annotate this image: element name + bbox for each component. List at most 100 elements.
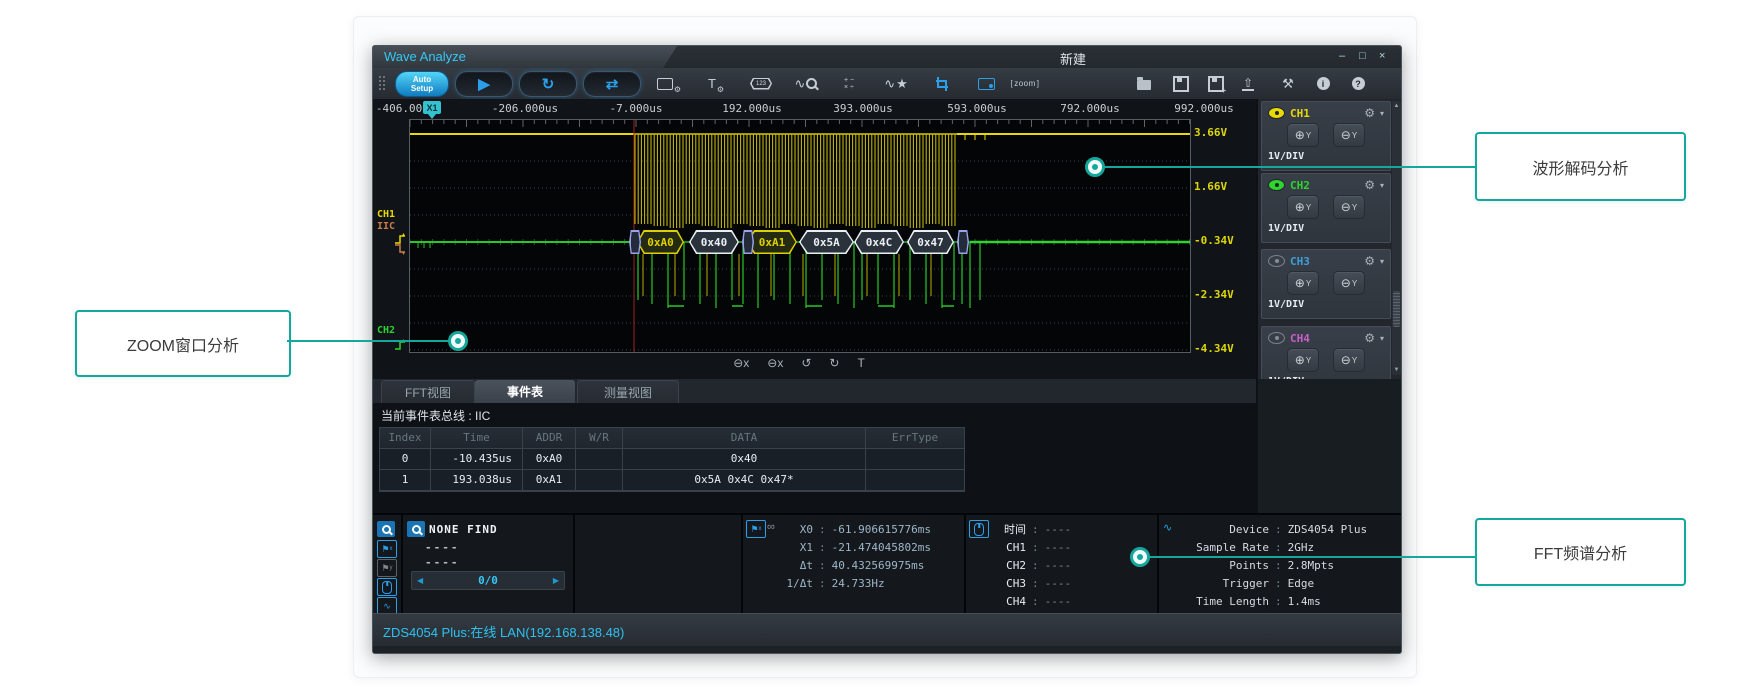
mouse-icon xyxy=(969,520,989,538)
prev-result-icon[interactable]: ◀ xyxy=(412,576,428,585)
chevron-down-icon[interactable]: ▾ xyxy=(1380,109,1384,118)
search-tool-icon[interactable] xyxy=(377,521,395,537)
reference-waveform-button[interactable]: ∿★ xyxy=(881,73,911,94)
magnifier-icon xyxy=(806,78,817,89)
gear-icon[interactable]: ⚙ xyxy=(1364,178,1375,192)
info-button[interactable]: i xyxy=(1308,73,1338,94)
eye-icon[interactable] xyxy=(1268,255,1285,267)
continuous-run-button[interactable]: ↻ xyxy=(519,71,577,97)
next-result-icon[interactable]: ▶ xyxy=(548,576,564,585)
mouse-tool-icon[interactable] xyxy=(377,578,397,596)
volts-per-div: 1V/DIV xyxy=(1268,299,1390,310)
zoom-out-y-button[interactable]: ⊖Y xyxy=(1333,348,1365,372)
zoom-in-y-button[interactable]: ⊕Y xyxy=(1287,271,1319,295)
document-tab[interactable]: 新建 xyxy=(1060,49,1086,68)
tab-measure-view[interactable]: 测量视图 xyxy=(577,380,679,403)
callout-line-zoom xyxy=(287,340,449,342)
chevron-down-icon[interactable]: ▾ xyxy=(1380,257,1384,266)
channel-block-ch2[interactable]: CH2⚙▾⊕Y⊖Y1V/DIV xyxy=(1261,173,1391,243)
channel-block-ch1[interactable]: CH1⚙▾⊕Y⊖Y1V/DIV xyxy=(1261,101,1391,171)
zoom-out-x2-button[interactable]: ⊖x xyxy=(767,356,783,370)
zoom-in-y-button[interactable]: ⊕Y xyxy=(1287,348,1319,372)
eye-icon[interactable] xyxy=(1268,107,1285,119)
waveform-area: -406.000us -206.000us -7.000us 192.000us… xyxy=(373,99,1401,379)
cursor-y-tool-icon[interactable]: ⚑ xyxy=(377,559,397,577)
decode-start-stop-marker xyxy=(629,230,641,254)
save-button[interactable] xyxy=(1166,73,1196,94)
gear-icon[interactable]: ⚙ xyxy=(1364,331,1375,345)
eye-icon[interactable] xyxy=(1268,179,1285,191)
trigger-position-button[interactable]: T xyxy=(857,356,864,370)
close-button[interactable]: × xyxy=(1379,50,1385,63)
utility-button[interactable]: ⚒ xyxy=(1273,73,1303,94)
chevron-down-icon[interactable]: ▾ xyxy=(1380,334,1384,343)
window-frame-bottom xyxy=(373,646,1401,653)
volt-axis-label: 3.66V xyxy=(1194,126,1227,139)
search-result-line: ---- xyxy=(425,556,460,569)
table-row[interactable]: 0 -10.435us 0xA0 0x40 xyxy=(380,449,964,470)
mask-test-button[interactable] xyxy=(926,73,956,94)
gear-icon[interactable]: ⚙ xyxy=(1364,254,1375,268)
scroll-up-icon[interactable]: ▲ xyxy=(1392,101,1401,111)
eye-icon[interactable] xyxy=(1268,332,1285,344)
maximize-button[interactable]: □ xyxy=(1359,50,1366,63)
zoom-out-y-button[interactable]: ⊖Y xyxy=(1333,271,1365,295)
auto-setup-button[interactable]: Auto Setup xyxy=(395,71,449,97)
zoom-out-y-button[interactable]: ⊖Y xyxy=(1333,123,1365,147)
x1-cursor-marker[interactable]: X1 xyxy=(423,101,441,114)
gear-icon[interactable]: ⚙ xyxy=(1364,106,1375,120)
search-pager[interactable]: ◀ 0/0 ▶ xyxy=(411,571,565,590)
channel-panel: CH1⚙▾⊕Y⊖Y1V/DIV CH2⚙▾⊕Y⊖Y1V/DIV CH3⚙▾⊕Y⊖… xyxy=(1256,99,1402,379)
waveform-plot[interactable]: 0xA00x400xA10x5A0x4C0x47 xyxy=(409,119,1191,353)
redo-view-button[interactable]: ↻ xyxy=(829,356,839,370)
display-settings-button[interactable]: ⚙ xyxy=(654,73,684,94)
record-icon xyxy=(978,78,995,90)
event-table-header: Index Time ADDR W/R DATA ErrType xyxy=(380,428,964,449)
time-axis-label: -206.000us xyxy=(492,102,558,115)
zoom-in-y-button[interactable]: ⊕Y xyxy=(1287,123,1319,147)
auto-setup-label-1: Auto xyxy=(413,75,431,84)
tab-event-table[interactable]: 事件表 xyxy=(475,380,575,403)
time-readouts: 时间:---- CH1:---- CH2:---- CH3:---- CH4:-… xyxy=(994,521,1071,611)
time-axis-label: 192.000us xyxy=(722,102,782,115)
toolbar-grip[interactable] xyxy=(378,75,386,92)
screen-record-button[interactable] xyxy=(971,73,1001,94)
minimize-button[interactable]: – xyxy=(1339,50,1345,63)
trigger-settings-button[interactable]: T⚙ xyxy=(701,73,731,94)
decode-button[interactable]: 123 xyxy=(746,73,776,94)
save-as-button[interactable] xyxy=(1201,73,1231,94)
callout-line-decode xyxy=(1104,166,1475,168)
channel-panel-scrollbar[interactable]: ▲ ▼ xyxy=(1392,101,1401,375)
help-button[interactable]: ? xyxy=(1343,73,1373,94)
math-button[interactable]: + −× ÷ xyxy=(834,73,864,94)
time-axis-label: 992.000us xyxy=(1174,102,1234,115)
cursor-flag-icon[interactable]: ⚑ xyxy=(746,520,766,538)
trigger-level-icon-ch1[interactable] xyxy=(393,233,407,244)
open-file-button[interactable] xyxy=(1129,73,1159,94)
scrollbar-thumb[interactable] xyxy=(1393,291,1400,327)
titlebar[interactable]: Wave Analyze 新建 – □ × xyxy=(373,46,1401,69)
link-icon[interactable]: ∞ xyxy=(767,521,775,533)
zoom-out-y-button[interactable]: ⊖Y xyxy=(1333,195,1365,219)
zoom-in-y-button[interactable]: ⊕Y xyxy=(1287,195,1319,219)
zoom-out-x-button[interactable]: ⊖x xyxy=(733,356,749,370)
export-button[interactable]: ⇧ xyxy=(1233,73,1263,94)
search-status: NONE FIND xyxy=(429,523,498,536)
table-row[interactable]: 1 193.038us 0xA1 0x5A 0x4C 0x47* xyxy=(380,470,964,491)
channel-block-ch4[interactable]: CH4⚙▾⊕Y⊖Y1V/DIV xyxy=(1261,326,1391,379)
undo-view-button[interactable]: ↺ xyxy=(801,356,811,370)
trigger-level-icon-bus[interactable] xyxy=(393,244,407,255)
tab-fft-view[interactable]: FFT视图 xyxy=(381,380,475,403)
zoom-mode-button[interactable]: zoom xyxy=(1003,73,1047,94)
callout-dot-fft xyxy=(1130,547,1150,567)
cursor-x-tool-icon[interactable]: ⚑ xyxy=(377,540,397,558)
single-run-button[interactable]: ⇄ xyxy=(583,71,641,97)
scroll-down-icon[interactable]: ▼ xyxy=(1392,365,1401,375)
run-button[interactable]: ▶ xyxy=(455,71,513,97)
waveform-search-button[interactable]: ∿ xyxy=(791,73,821,94)
sample-wave-icon: ∿ xyxy=(1163,521,1172,534)
search-result-line: ---- xyxy=(425,541,460,554)
chevron-down-icon[interactable]: ▾ xyxy=(1380,181,1384,190)
gear-icon: ⚙ xyxy=(717,85,724,94)
channel-block-ch3[interactable]: CH3⚙▾⊕Y⊖Y1V/DIV xyxy=(1261,249,1391,319)
